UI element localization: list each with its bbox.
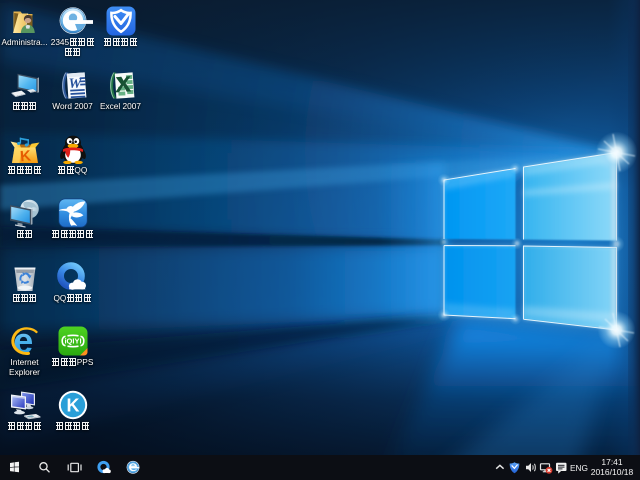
svg-text:iQIYI: iQIYI bbox=[64, 337, 81, 346]
svg-text:K: K bbox=[66, 396, 79, 416]
svg-text:e: e bbox=[13, 326, 33, 356]
svg-text:K: K bbox=[19, 148, 31, 164]
